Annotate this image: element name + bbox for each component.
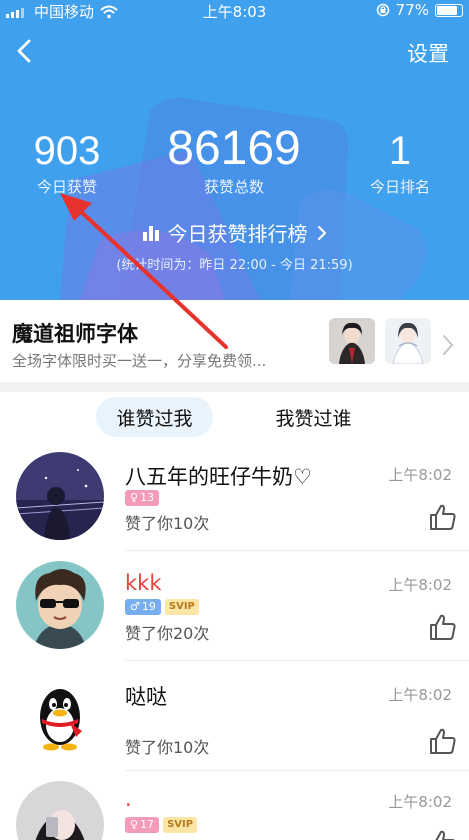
- list-item[interactable]: 哒哒 赞了你10次 上午8:02: [0, 667, 469, 777]
- stat-label: 今日获赞: [36, 178, 97, 196]
- row-separator: [125, 660, 469, 661]
- like-time: 上午8:02: [388, 793, 452, 811]
- ranking-link[interactable]: 今日获赞排行榜: [0, 218, 469, 247]
- chevron-left-icon: [17, 39, 31, 63]
- age-text: 17: [140, 818, 155, 831]
- age-text: 13: [140, 491, 155, 504]
- female-icon: ♀: [130, 818, 139, 831]
- banner-title: 魔道祖师字体: [12, 322, 138, 346]
- stat-label: 今日排名: [369, 178, 430, 196]
- row-separator: [125, 550, 469, 551]
- like-count-text: 赞了你20次: [125, 624, 210, 643]
- battery-icon: [435, 3, 463, 17]
- thumbs-up-icon[interactable]: [429, 829, 457, 840]
- banner-subtitle: 全场字体限时买一送一，分享免费领...: [12, 352, 267, 370]
- female-icon: ♀: [130, 491, 139, 504]
- battery-percent: 77%: [395, 1, 429, 19]
- banner-thumbnail: [385, 318, 431, 364]
- avatar-image: [16, 452, 104, 540]
- male-icon: ♂: [130, 600, 140, 613]
- user-badges: ♀ 13: [125, 490, 160, 506]
- bar-chart-icon: [142, 225, 159, 241]
- stat-value: 1: [388, 129, 412, 173]
- thumbs-up-icon[interactable]: [429, 727, 457, 755]
- avatar[interactable]: [16, 781, 104, 840]
- avatar[interactable]: [16, 671, 104, 759]
- character-illustration-icon: [385, 318, 431, 364]
- stat-label: 获赞总数: [203, 178, 264, 196]
- back-button[interactable]: [12, 36, 38, 66]
- svip-badge: SVIP: [163, 817, 198, 833]
- gender-age-badge: ♀ 17: [125, 817, 160, 833]
- chevron-right-icon: [317, 225, 326, 240]
- avatar-image: [16, 561, 104, 649]
- stat-today-rank[interactable]: 1 今日排名: [355, 128, 445, 197]
- stat-total-likes[interactable]: 86169 获赞总数: [144, 122, 324, 197]
- settings-button[interactable]: 设置: [407, 38, 449, 68]
- user-name: .: [125, 787, 132, 811]
- section-divider: [0, 382, 469, 392]
- character-illustration-icon: [329, 318, 375, 364]
- stat-today-likes[interactable]: 903 今日获赞: [22, 128, 112, 197]
- stat-value: 86169: [167, 122, 301, 175]
- user-name: 八五年的旺仔牛奶♡: [125, 465, 312, 489]
- orientation-lock-icon: [376, 3, 389, 17]
- like-time: 上午8:02: [388, 466, 452, 484]
- row-separator: [125, 770, 469, 771]
- like-count-text: 赞了你10次: [125, 738, 210, 757]
- header: 中国移动 上午8:03 77% 设置 903 今日获赞 86169 获赞总数 1…: [0, 0, 469, 300]
- tab-who-liked-me[interactable]: 谁赞过我: [96, 397, 213, 437]
- stat-value: 903: [33, 129, 101, 173]
- list-item[interactable]: . ♀ 17 SVIP 上午8:02: [0, 777, 469, 840]
- gender-age-badge: ♀ 13: [125, 490, 160, 506]
- user-name: kkk: [125, 571, 162, 595]
- user-badges: ♂ 19 SVIP: [125, 599, 199, 615]
- status-bar: 中国移动 上午8:03 77%: [0, 0, 469, 22]
- battery-fill: [437, 5, 458, 15]
- thumbs-up-icon[interactable]: [429, 613, 457, 641]
- avatar-image: [16, 781, 104, 840]
- user-name: 哒哒: [125, 685, 167, 709]
- font-promo-banner[interactable]: 魔道祖师字体 全场字体限时买一送一，分享免费领...: [0, 300, 469, 382]
- avatar[interactable]: [16, 452, 104, 540]
- tab-who-i-liked[interactable]: 我赞过谁: [255, 397, 372, 437]
- avatar[interactable]: [16, 561, 104, 649]
- thumbs-up-icon[interactable]: [429, 503, 457, 531]
- age-text: 19: [141, 600, 156, 613]
- svip-badge: SVIP: [164, 599, 199, 615]
- ranking-link-label: 今日获赞排行榜: [167, 222, 308, 246]
- gender-age-badge: ♂ 19: [125, 599, 161, 615]
- list-item[interactable]: kkk ♂ 19 SVIP 赞了你20次 上午8:02: [0, 557, 469, 667]
- banner-thumbnail: [329, 318, 375, 364]
- qq-penguin-icon: [16, 671, 104, 759]
- status-right: 77%: [376, 1, 463, 19]
- like-count-text: 赞了你10次: [125, 514, 210, 533]
- user-badges: ♀ 17 SVIP: [125, 817, 198, 833]
- chevron-right-icon: [443, 335, 454, 355]
- list-item[interactable]: 八五年的旺仔牛奶♡ ♀ 13 赞了你10次 上午8:02: [0, 447, 469, 557]
- like-time: 上午8:02: [388, 576, 452, 594]
- stat-period-note: (统计时间为：昨日 22:00 - 今日 21:59): [116, 258, 353, 273]
- like-time: 上午8:02: [388, 686, 452, 704]
